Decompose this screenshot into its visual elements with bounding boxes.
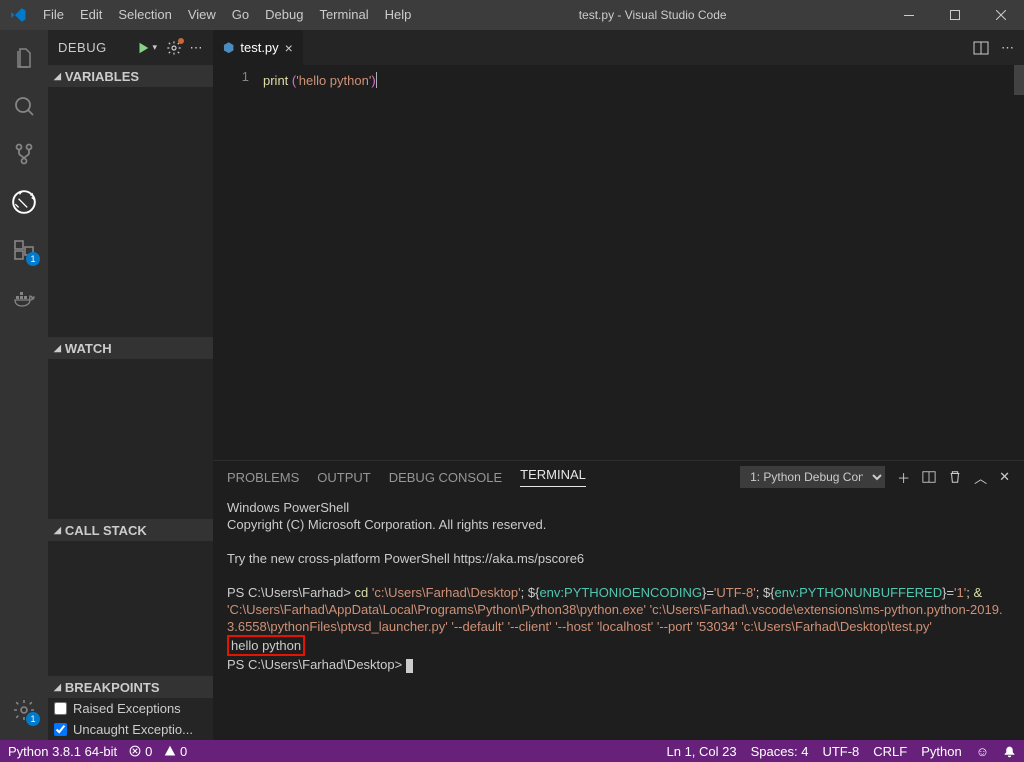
editor-tabs: ⬢ test.py × ⋯ [213, 30, 1024, 65]
bottom-panel: PROBLEMS OUTPUT DEBUG CONSOLE TERMINAL 1… [213, 460, 1024, 740]
debug-icon[interactable] [0, 178, 48, 226]
status-spaces[interactable]: Spaces: 4 [751, 744, 809, 759]
maximize-button[interactable] [932, 0, 978, 30]
window-title: test.py - Visual Studio Code [419, 8, 886, 22]
extensions-badge: 1 [26, 252, 40, 266]
maximize-panel-icon[interactable]: ︿ [974, 468, 987, 487]
text-cursor [376, 72, 377, 88]
status-eol[interactable]: CRLF [873, 744, 907, 759]
callstack-section[interactable]: ◢CALL STACK [48, 519, 213, 541]
split-terminal-icon[interactable] [922, 470, 936, 484]
menu-terminal[interactable]: Terminal [311, 0, 376, 30]
term-line: Try the new cross-platform PowerShell ht… [227, 550, 1010, 567]
activity-bar: 1 1 [0, 30, 48, 740]
terminal-output[interactable]: Windows PowerShell Copyright (C) Microso… [213, 493, 1024, 740]
term-line: Copyright (C) Microsoft Corporation. All… [227, 516, 1010, 533]
watch-label: WATCH [65, 341, 112, 356]
breakpoints-section[interactable]: ◢BREAKPOINTS [48, 676, 213, 698]
tab-label: test.py [240, 40, 278, 55]
menu-go[interactable]: Go [224, 0, 257, 30]
terminal-tab[interactable]: TERMINAL [520, 467, 586, 487]
editor-group: ⬢ test.py × ⋯ 1 print ('hello python') P… [213, 30, 1024, 740]
raised-checkbox[interactable] [54, 702, 67, 715]
debug-config-button[interactable] [166, 40, 182, 56]
callstack-label: CALL STACK [65, 523, 147, 538]
callstack-body [48, 541, 213, 676]
close-panel-icon[interactable]: ✕ [999, 469, 1010, 485]
more-actions-icon[interactable]: ⋯ [1001, 40, 1014, 56]
tab-testpy[interactable]: ⬢ test.py × [213, 30, 304, 65]
editor-scrollbar[interactable] [1014, 65, 1024, 95]
new-terminal-icon[interactable]: ＋ [897, 468, 910, 487]
breakpoints-label: BREAKPOINTS [65, 680, 160, 695]
vscode-logo-icon [0, 6, 35, 24]
problems-tab[interactable]: PROBLEMS [227, 470, 299, 485]
uncaught-label: Uncaught Exceptio... [73, 722, 193, 737]
kill-terminal-icon[interactable] [948, 470, 962, 484]
panel-tabs: PROBLEMS OUTPUT DEBUG CONSOLE TERMINAL 1… [213, 461, 1024, 493]
status-python[interactable]: Python 3.8.1 64-bit [8, 744, 117, 759]
breakpoint-raised[interactable]: Raised Exceptions [48, 698, 213, 719]
status-problems[interactable]: 0 0 [129, 744, 187, 759]
watch-section[interactable]: ◢WATCH [48, 337, 213, 359]
code-editor[interactable]: 1 print ('hello python') [213, 65, 1024, 460]
source-control-icon[interactable] [0, 130, 48, 178]
window-controls [886, 0, 1024, 30]
status-bar: Python 3.8.1 64-bit 0 0 Ln 1, Col 23 Spa… [0, 740, 1024, 762]
minimize-button[interactable] [886, 0, 932, 30]
sidebar-header: DEBUG ▾ ⋯ [48, 30, 213, 65]
title-bar: File Edit Selection View Go Debug Termin… [0, 0, 1024, 30]
term-line: PS C:\Users\Farhad> cd 'c:\Users\Farhad\… [227, 584, 1010, 635]
status-bell-icon[interactable] [1003, 745, 1016, 758]
menu-view[interactable]: View [180, 0, 224, 30]
more-button[interactable]: ⋯ [190, 40, 204, 56]
search-icon[interactable] [0, 82, 48, 130]
menu-bar: File Edit Selection View Go Debug Termin… [35, 0, 419, 30]
code-fn: print [263, 73, 292, 88]
status-encoding[interactable]: UTF-8 [822, 744, 859, 759]
code-line[interactable]: print ('hello python') [263, 65, 377, 460]
explorer-icon[interactable] [0, 34, 48, 82]
menu-selection[interactable]: Selection [110, 0, 179, 30]
status-language[interactable]: Python [921, 744, 961, 759]
start-debug-button[interactable]: ▾ [136, 41, 157, 55]
status-feedback-icon[interactable]: ☺ [976, 744, 989, 759]
menu-debug[interactable]: Debug [257, 0, 311, 30]
debug-sidebar: DEBUG ▾ ⋯ ◢VARIABLES ◢WATCH ◢CALL STACK … [48, 30, 213, 740]
menu-edit[interactable]: Edit [72, 0, 110, 30]
main-area: 1 1 DEBUG ▾ ⋯ ◢VARIABLES ◢WATCH ◢CALL ST… [0, 30, 1024, 740]
code-string: 'hello python' [296, 73, 371, 88]
variables-body [48, 87, 213, 337]
menu-file[interactable]: File [35, 0, 72, 30]
split-editor-icon[interactable] [973, 40, 989, 56]
line-number: 1 [213, 65, 263, 460]
settings-gear-icon[interactable]: 1 [0, 686, 48, 734]
tab-close-icon[interactable]: × [285, 40, 293, 56]
term-line: Windows PowerShell [227, 499, 1010, 516]
sidebar-title: DEBUG [58, 40, 136, 55]
docker-icon[interactable] [0, 274, 48, 322]
variables-label: VARIABLES [65, 69, 139, 84]
variables-section[interactable]: ◢VARIABLES [48, 65, 213, 87]
menu-help[interactable]: Help [377, 0, 420, 30]
term-output-highlight: hello python [227, 635, 1010, 656]
terminal-selector[interactable]: 1: Python Debug Consc [740, 466, 885, 488]
close-button[interactable] [978, 0, 1024, 30]
extensions-icon[interactable]: 1 [0, 226, 48, 274]
python-file-icon: ⬢ [223, 40, 234, 56]
watch-body [48, 359, 213, 519]
uncaught-checkbox[interactable] [54, 723, 67, 736]
output-tab[interactable]: OUTPUT [317, 470, 370, 485]
raised-label: Raised Exceptions [73, 701, 181, 716]
term-line: PS C:\Users\Farhad\Desktop> [227, 656, 1010, 673]
settings-badge: 1 [26, 712, 40, 726]
status-cursor[interactable]: Ln 1, Col 23 [667, 744, 737, 759]
breakpoint-uncaught[interactable]: Uncaught Exceptio... [48, 719, 213, 740]
debugconsole-tab[interactable]: DEBUG CONSOLE [389, 470, 502, 485]
